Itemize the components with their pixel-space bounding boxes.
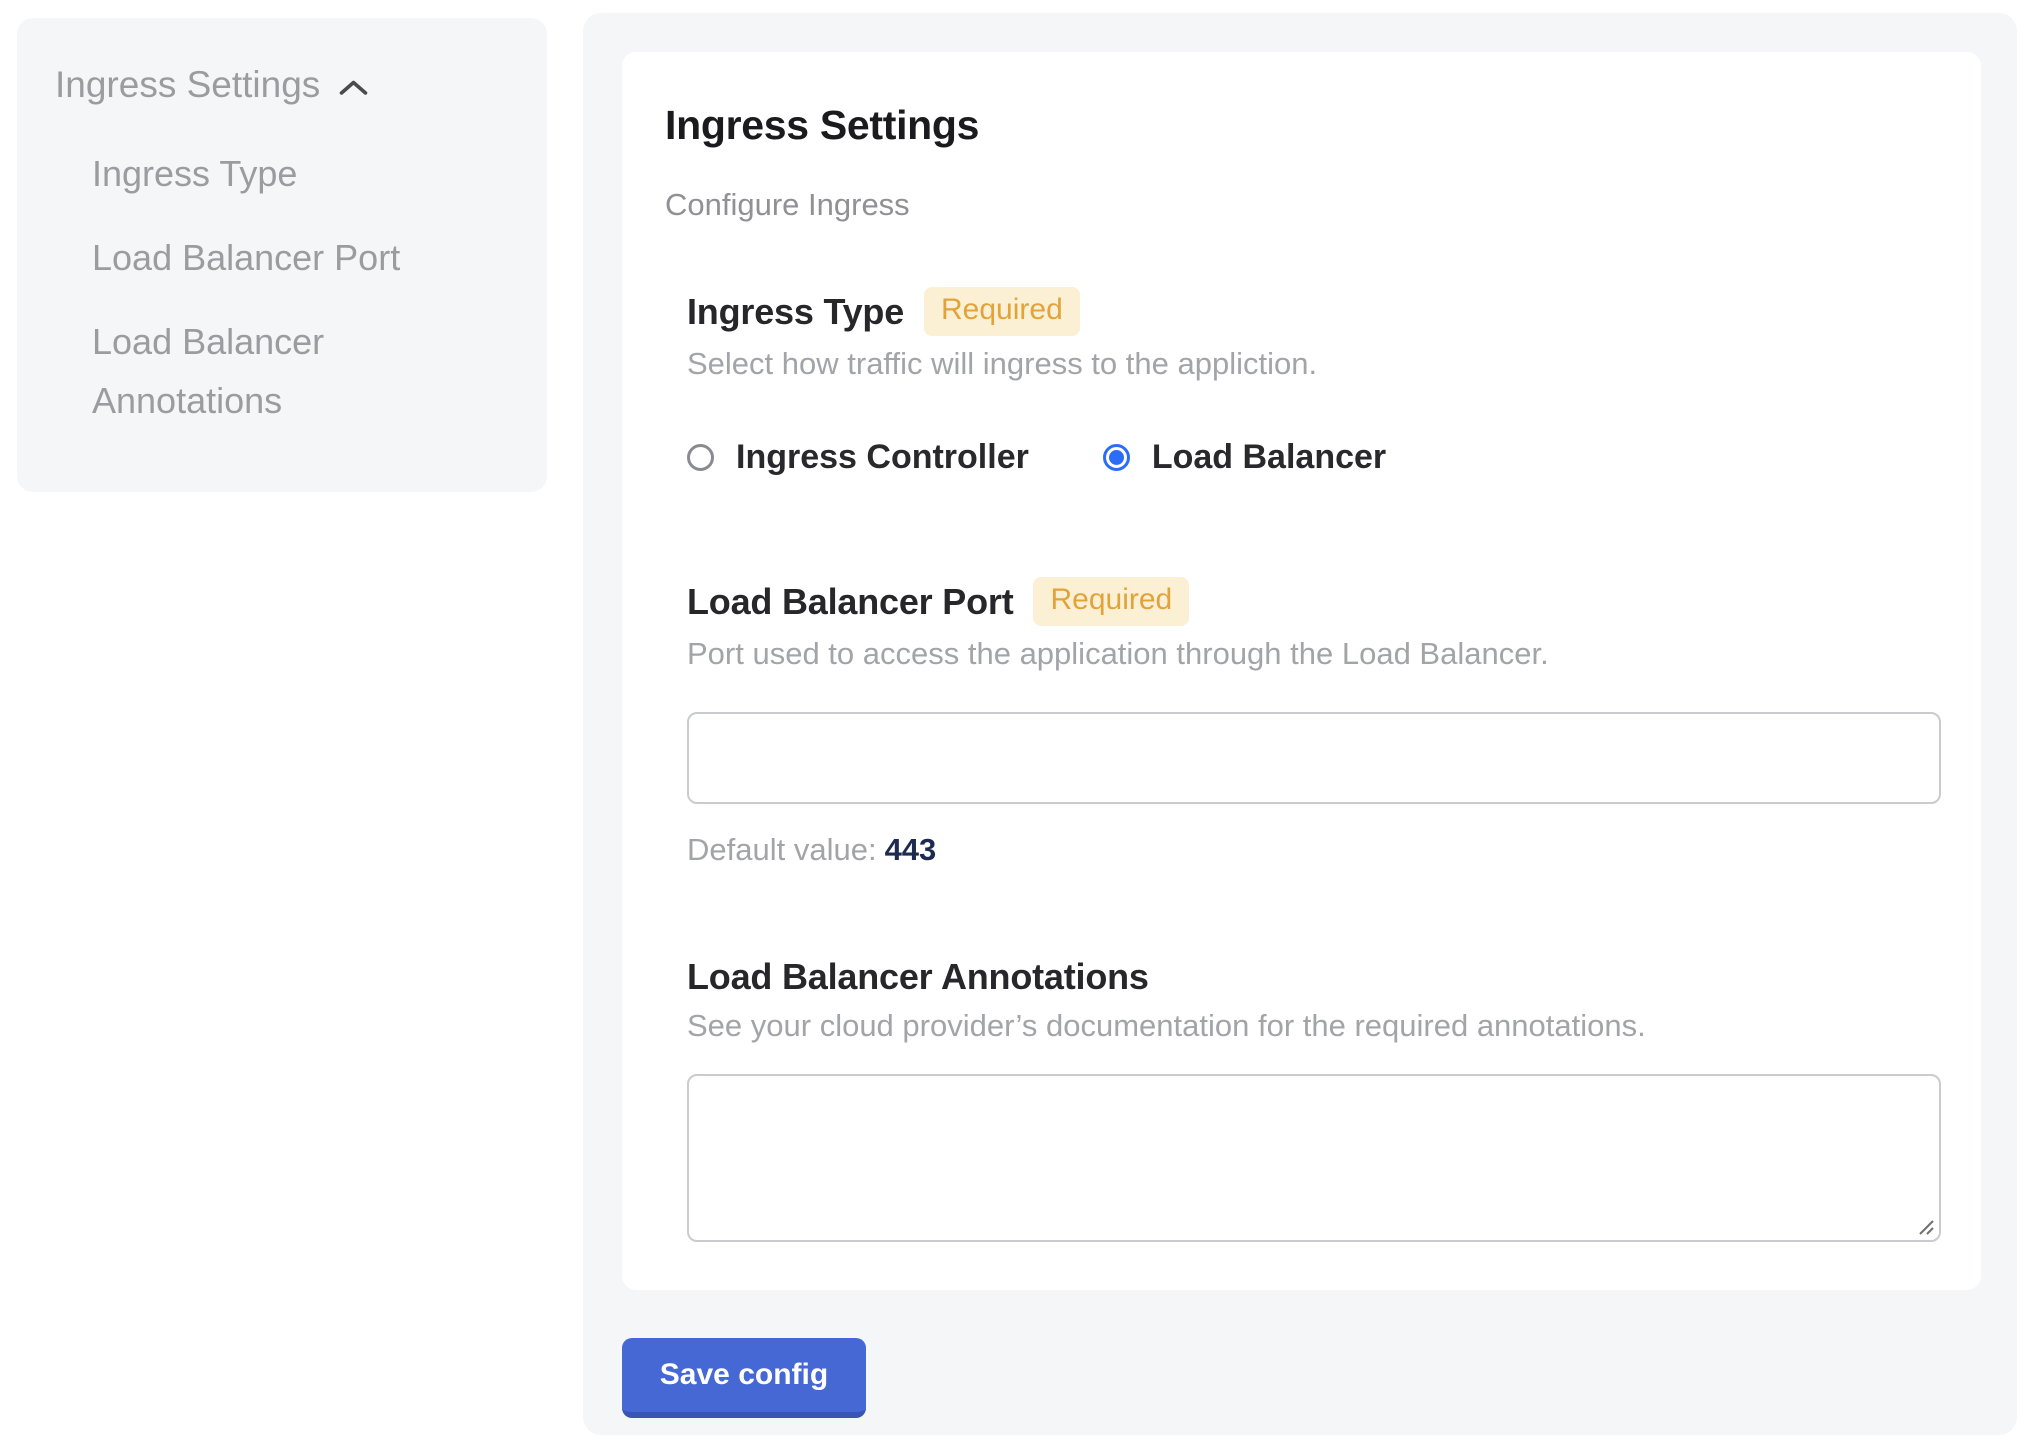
- field-description: See your cloud provider’s documentation …: [687, 1008, 1941, 1044]
- save-config-button[interactable]: Save config: [622, 1338, 866, 1418]
- radio-button-icon[interactable]: [1103, 444, 1130, 471]
- sidebar-item-load-balancer-annotations[interactable]: Load Balancer Annotations: [92, 312, 448, 430]
- settings-panel: Ingress Settings Configure Ingress Ingre…: [583, 13, 2017, 1435]
- section-heading: Ingress Type Required: [687, 287, 1941, 336]
- sidebar-section-ingress-settings[interactable]: Ingress Settings: [55, 64, 519, 106]
- annotations-textarea-wrap: [687, 1074, 1941, 1242]
- sidebar-item-load-balancer-port[interactable]: Load Balancer Port: [92, 228, 448, 287]
- radio-button-icon[interactable]: [687, 444, 714, 471]
- field-label-load-balancer-port: Load Balancer Port: [687, 581, 1013, 623]
- sidebar-item-ingress-type[interactable]: Ingress Type: [92, 144, 448, 203]
- sidebar-item-list: Ingress Type Load Balancer Port Load Bal…: [92, 144, 448, 430]
- default-value-line: Default value:443: [687, 832, 1941, 868]
- section-load-balancer-annotations: Load Balancer Annotations See your cloud…: [687, 956, 1941, 1242]
- radio-option-load-balancer[interactable]: Load Balancer: [1103, 438, 1386, 477]
- required-badge: Required: [924, 287, 1080, 336]
- radio-option-ingress-controller[interactable]: Ingress Controller: [687, 438, 1029, 477]
- ingress-settings-card: Ingress Settings Configure Ingress Ingre…: [622, 52, 1981, 1290]
- required-badge: Required: [1033, 577, 1189, 626]
- radio-label: Ingress Controller: [736, 438, 1029, 477]
- section-heading: Load Balancer Port Required: [687, 577, 1941, 626]
- load-balancer-port-input[interactable]: [687, 712, 1941, 804]
- settings-nav-sidebar: Ingress Settings Ingress Type Load Balan…: [17, 18, 547, 492]
- section-heading: Load Balancer Annotations: [687, 956, 1941, 998]
- ingress-type-radio-group: Ingress Controller Load Balancer: [687, 438, 1941, 477]
- load-balancer-annotations-textarea[interactable]: [687, 1074, 1941, 1242]
- section-ingress-type: Ingress Type Required Select how traffic…: [687, 287, 1941, 477]
- sidebar-section-label: Ingress Settings: [55, 64, 320, 106]
- field-label-ingress-type: Ingress Type: [687, 291, 904, 333]
- page-subtitle: Configure Ingress: [665, 187, 1941, 223]
- page-title: Ingress Settings: [665, 102, 1941, 149]
- default-value: 443: [885, 832, 937, 867]
- field-description: Select how traffic will ingress to the a…: [687, 346, 1941, 382]
- section-load-balancer-port: Load Balancer Port Required Port used to…: [687, 577, 1941, 868]
- default-value-label: Default value:: [687, 832, 877, 867]
- chevron-up-icon: [338, 64, 369, 106]
- field-description: Port used to access the application thro…: [687, 636, 1941, 672]
- field-label-load-balancer-annotations: Load Balancer Annotations: [687, 956, 1149, 998]
- form-sections: Ingress Type Required Select how traffic…: [687, 287, 1941, 1242]
- radio-label: Load Balancer: [1152, 438, 1386, 477]
- resize-handle-icon[interactable]: [1916, 1217, 1936, 1237]
